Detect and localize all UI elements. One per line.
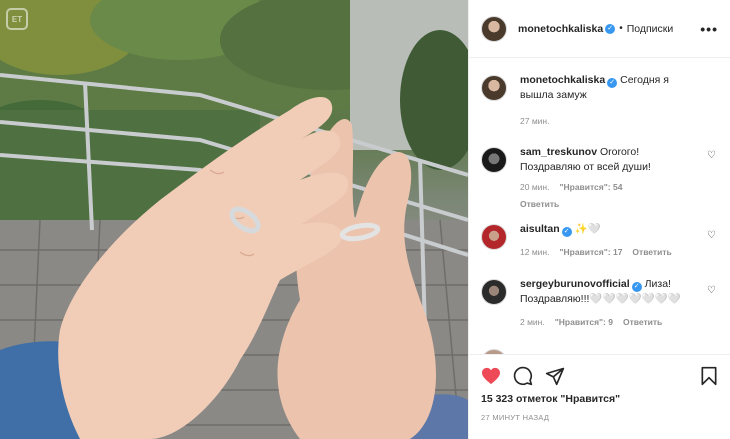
comment-text: ✨🤍 <box>574 223 601 235</box>
comment-likes[interactable]: "Нравится": 9 <box>555 315 613 330</box>
commenter-avatar[interactable] <box>481 224 507 250</box>
comment-item-partial <box>481 347 716 354</box>
likes-count[interactable]: 15 323 отметок "Нравится" <box>481 393 718 405</box>
action-icons <box>481 365 718 387</box>
author-username[interactable]: monetochkaliska <box>518 23 603 35</box>
commenter-username[interactable]: aisultan <box>520 223 560 235</box>
watermark-logo: ЕТ <box>6 8 28 30</box>
like-comment-heart-icon[interactable]: ♡ <box>707 150 716 161</box>
like-comment-heart-icon[interactable]: ♡ <box>707 230 716 241</box>
following-button[interactable]: Подписки <box>627 23 674 35</box>
like-heart-icon[interactable] <box>481 367 501 385</box>
post-side-panel: monetochkaliska ✓ • Подписки ••• monetoc… <box>468 0 730 439</box>
comments-list[interactable]: monetochkaliska ✓ Сегодня я вышла замуж 2… <box>469 59 730 354</box>
caption-username[interactable]: monetochkaliska <box>520 74 605 86</box>
comment-time: 2 мин. <box>520 317 545 327</box>
verified-badge-icon: ✓ <box>631 282 642 292</box>
photo-illustration <box>0 0 468 439</box>
verified-badge-icon: ✓ <box>605 23 616 34</box>
instagram-post: ЕТ monetochkaliska ✓ • Подписки ••• mone… <box>0 0 730 439</box>
comment-likes[interactable]: "Нравится": 54 <box>559 180 622 195</box>
reply-button[interactable]: Ответить <box>520 197 700 212</box>
share-icon[interactable] <box>545 366 565 386</box>
author-avatar[interactable] <box>481 75 507 101</box>
separator-dot: • <box>619 23 623 34</box>
caption-time: 27 мин. <box>520 116 550 126</box>
verified-badge-icon: ✓ <box>561 227 572 237</box>
commenter-avatar[interactable] <box>481 147 507 173</box>
commenter-avatar[interactable] <box>481 279 507 305</box>
post-photo[interactable]: ЕТ <box>0 0 468 439</box>
verified-badge-icon: ✓ <box>607 78 618 88</box>
post-header: monetochkaliska ✓ • Подписки ••• <box>469 0 730 58</box>
comment-item: aisultan ✓ ✨🤍 12 мин. "Нравится": 17 Отве… <box>481 222 716 260</box>
comment-likes[interactable]: "Нравится": 17 <box>559 245 622 260</box>
author-avatar[interactable] <box>481 15 507 42</box>
comment-time: 12 мин. <box>520 247 550 257</box>
more-options-icon[interactable]: ••• <box>700 21 718 37</box>
reply-button[interactable]: Ответить <box>623 315 662 330</box>
posted-time: 27 МИНУТ НАЗАД <box>481 413 550 422</box>
reply-button[interactable]: Ответить <box>632 245 671 260</box>
comment-icon[interactable] <box>513 366 533 386</box>
comment-item: sergeyburunovofficial ✓ Лиза! Поздравляю!… <box>481 277 716 330</box>
comment-time: 20 мин. <box>520 182 550 192</box>
comment-item: sam_treskunov Ororoго! Поздравляю от все… <box>481 145 716 212</box>
author-info: monetochkaliska ✓ • Подписки <box>518 23 673 35</box>
bookmark-icon[interactable] <box>700 366 718 386</box>
caption: monetochkaliska ✓ Сегодня я вышла замуж 2… <box>481 73 716 129</box>
like-comment-heart-icon[interactable]: ♡ <box>707 285 716 296</box>
post-actions: 15 323 отметок "Нравится" 27 МИНУТ НАЗАД <box>469 354 730 422</box>
commenter-username[interactable]: sam_treskunov <box>520 146 597 158</box>
commenter-username[interactable]: sergeyburunovofficial <box>520 278 630 290</box>
